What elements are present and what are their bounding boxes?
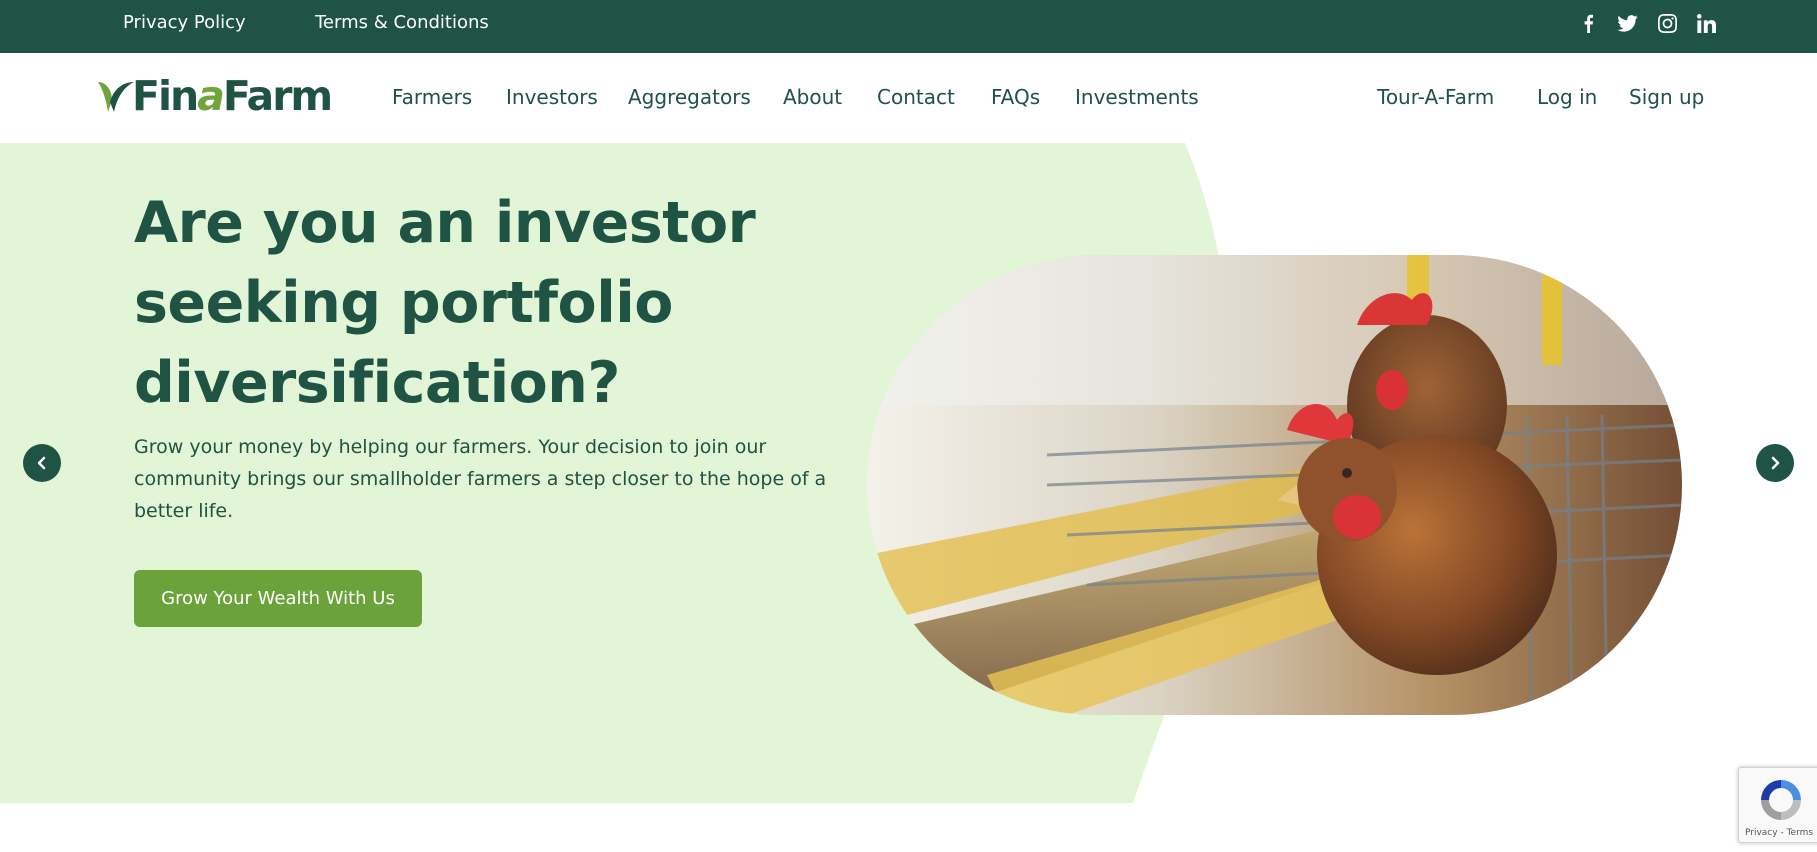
- hero-headline: Are you an investor seeking portfolio di…: [134, 190, 756, 416]
- nav-farmers[interactable]: Farmers: [392, 85, 472, 109]
- nav-about[interactable]: About: [783, 85, 842, 109]
- main-navbar: FinaFarm Farmers Investors Aggregators A…: [0, 53, 1817, 143]
- top-bar: Privacy Policy Terms & Conditions: [0, 0, 1817, 53]
- twitter-icon[interactable]: [1614, 10, 1640, 36]
- hens-in-cage-photo: [867, 255, 1682, 715]
- brand-wordmark: FinaFarm: [132, 71, 333, 120]
- finafarm-logo[interactable]: FinaFarm: [96, 71, 333, 120]
- recaptcha-privacy-link[interactable]: Privacy: [1745, 828, 1778, 838]
- nav-faqs[interactable]: FAQs: [991, 85, 1040, 109]
- carousel-next-button[interactable]: [1756, 444, 1794, 482]
- hero-section: Are you an investor seeking portfolio di…: [0, 143, 1817, 803]
- privacy-policy-link[interactable]: Privacy Policy: [123, 12, 246, 33]
- recaptcha-terms-link[interactable]: Terms: [1787, 828, 1814, 838]
- chevron-left-icon: [37, 456, 46, 470]
- nav-aggregators[interactable]: Aggregators: [628, 85, 751, 109]
- login-link[interactable]: Log in: [1537, 85, 1597, 109]
- nav-investments[interactable]: Investments: [1075, 85, 1199, 109]
- grow-wealth-button[interactable]: Grow Your Wealth With Us: [134, 570, 422, 627]
- signup-link[interactable]: Sign up: [1629, 85, 1704, 109]
- terms-conditions-link[interactable]: Terms & Conditions: [315, 12, 489, 33]
- leaf-logo-icon: [98, 82, 134, 112]
- nav-tour-a-farm[interactable]: Tour-A-Farm: [1377, 85, 1494, 109]
- chevron-right-icon: [1771, 456, 1780, 470]
- carousel-prev-button[interactable]: [23, 444, 61, 482]
- nav-investors[interactable]: Investors: [506, 85, 598, 109]
- nav-contact[interactable]: Contact: [877, 85, 955, 109]
- recaptcha-badge[interactable]: Privacy - Terms: [1738, 767, 1817, 843]
- recaptcha-links: Privacy - Terms: [1745, 828, 1814, 838]
- facebook-icon[interactable]: [1575, 10, 1601, 36]
- hero-description: Grow your money by helping our farmers. …: [134, 436, 827, 522]
- linkedin-icon[interactable]: [1693, 10, 1719, 36]
- recaptcha-icon: [1761, 780, 1801, 820]
- instagram-icon[interactable]: [1654, 10, 1680, 36]
